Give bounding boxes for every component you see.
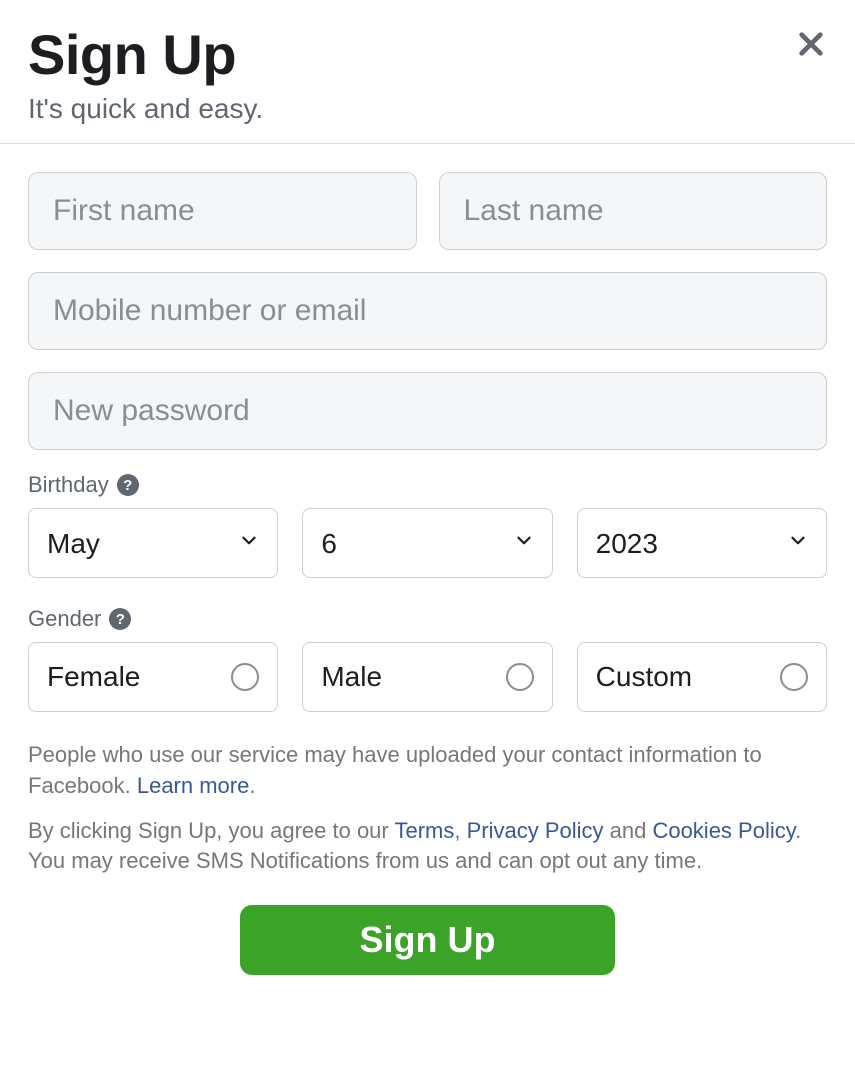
gender-label-row: Gender ?	[28, 606, 827, 632]
birthday-help-icon[interactable]: ?	[117, 474, 139, 496]
gender-option-label: Female	[47, 661, 140, 693]
birthday-month-select[interactable]: May	[28, 508, 278, 578]
privacy-policy-link[interactable]: Privacy Policy	[467, 818, 604, 843]
radio-icon	[231, 663, 259, 691]
signup-modal: Sign Up It's quick and easy. Birthday ? …	[0, 0, 855, 1003]
birthday-year-select[interactable]: 2023	[577, 508, 827, 578]
gender-option-label: Custom	[596, 661, 692, 693]
radio-icon	[506, 663, 534, 691]
signup-form: Birthday ? May 6	[0, 144, 855, 1003]
gender-label: Gender	[28, 606, 101, 632]
birthday-label-row: Birthday ?	[28, 472, 827, 498]
gender-option-female[interactable]: Female	[28, 642, 278, 712]
first-name-field[interactable]	[28, 172, 417, 250]
contact-field[interactable]	[28, 272, 827, 350]
cookies-policy-link[interactable]: Cookies Policy	[652, 818, 795, 843]
last-name-field[interactable]	[439, 172, 828, 250]
signup-button[interactable]: Sign Up	[240, 905, 616, 975]
password-field[interactable]	[28, 372, 827, 450]
radio-icon	[780, 663, 808, 691]
gender-option-label: Male	[321, 661, 382, 693]
modal-header: Sign Up It's quick and easy.	[0, 0, 855, 144]
birthday-label: Birthday	[28, 472, 109, 498]
page-subtitle: It's quick and easy.	[28, 93, 827, 125]
gender-option-male[interactable]: Male	[302, 642, 552, 712]
terms-link[interactable]: Terms	[394, 818, 454, 843]
gender-help-icon[interactable]: ?	[109, 608, 131, 630]
terms-notice: By clicking Sign Up, you agree to our Te…	[28, 816, 827, 878]
birthday-day-select[interactable]: 6	[302, 508, 552, 578]
learn-more-link[interactable]: Learn more	[137, 773, 250, 798]
page-title: Sign Up	[28, 22, 827, 87]
gender-option-custom[interactable]: Custom	[577, 642, 827, 712]
contact-upload-notice: People who use our service may have uplo…	[28, 740, 827, 802]
close-icon[interactable]	[795, 28, 827, 65]
